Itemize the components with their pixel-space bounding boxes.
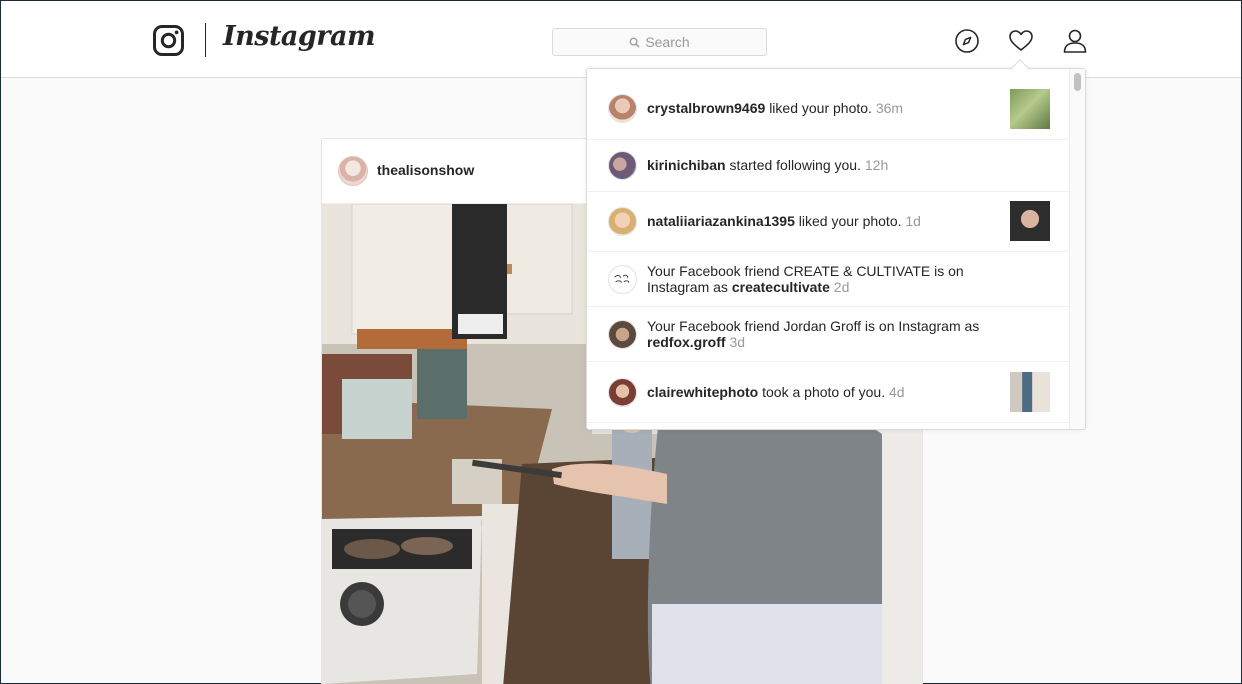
notification-item[interactable]: crystalbrown9469 liked your photo. 36m	[587, 69, 1071, 140]
popover-scrollbar[interactable]	[1069, 69, 1085, 429]
create-cultivate-logo-icon	[614, 274, 630, 283]
notification-text: Your Facebook friend CREATE & CULTIVATE …	[647, 263, 1007, 295]
notification-time: 36m	[875, 100, 904, 116]
post-author-username[interactable]: thealisonshow	[377, 162, 474, 178]
notification-username[interactable]: redfox.groff	[647, 334, 726, 350]
user-avatar[interactable]	[608, 151, 637, 180]
user-avatar[interactable]	[608, 94, 637, 123]
notification-item[interactable]: clairewhitephoto took a photo of you. 4d	[587, 362, 1071, 423]
liked-photo-thumbnail[interactable]	[1010, 89, 1050, 129]
notification-username[interactable]: clairewhitephoto	[647, 384, 758, 400]
scrollbar-thumb[interactable]	[1074, 73, 1081, 91]
notification-item[interactable]: kirinichiban started following you. 12h	[587, 140, 1071, 192]
notification-username[interactable]: nataliiariazankina1395	[647, 213, 795, 229]
notification-action: took a photo of you.	[762, 384, 886, 400]
top-navigation-bar: Instagram Search	[1, 1, 1241, 78]
notification-text: clairewhitephoto took a photo of you. 4d	[647, 384, 1007, 400]
notification-item[interactable]: Your Facebook friend CREATE & CULTIVATE …	[587, 252, 1071, 307]
notification-time: 1d	[905, 213, 921, 229]
notification-username[interactable]: crystalbrown9469	[647, 100, 765, 116]
logo-divider	[205, 23, 206, 57]
notification-item[interactable]: nataliiariazankina1395 liked your photo.…	[587, 192, 1071, 252]
notification-text: kirinichiban started following you. 12h	[647, 157, 1007, 173]
notification-username[interactable]: createcultivate	[732, 279, 830, 295]
instagram-wordmark[interactable]: Instagram	[223, 21, 376, 52]
user-avatar[interactable]	[608, 207, 637, 236]
notification-message: Your Facebook friend Jordan Groff is on …	[647, 318, 980, 334]
profile-icon[interactable]	[1062, 28, 1088, 54]
notification-time: 2d	[833, 279, 850, 295]
notification-item[interactable]: Your Facebook friend Jordan Groff is on …	[587, 307, 1071, 362]
user-avatar[interactable]	[608, 265, 637, 294]
post-author-avatar[interactable]	[338, 156, 368, 186]
activity-notifications-popover: crystalbrown9469 liked your photo. 36m k…	[586, 68, 1086, 430]
user-avatar[interactable]	[608, 378, 637, 407]
notification-time: 12h	[864, 157, 889, 173]
notification-text: Your Facebook friend Jordan Groff is on …	[647, 318, 1007, 350]
notification-action: started following you.	[729, 157, 861, 173]
search-icon	[629, 37, 640, 48]
search-placeholder: Search	[645, 34, 690, 50]
liked-photo-thumbnail[interactable]	[1010, 201, 1050, 241]
instagram-glyph-icon[interactable]	[153, 25, 184, 56]
notification-action: liked your photo.	[798, 213, 902, 229]
search-input[interactable]: Search	[552, 28, 767, 56]
tagged-photo-thumbnail[interactable]	[1010, 372, 1050, 412]
user-avatar[interactable]	[608, 320, 637, 349]
notification-text: crystalbrown9469 liked your photo. 36m	[647, 100, 1007, 116]
notification-username[interactable]: kirinichiban	[647, 157, 726, 173]
notification-time: 3d	[729, 334, 746, 350]
notification-text: nataliiariazankina1395 liked your photo.…	[647, 213, 1007, 229]
heart-icon[interactable]	[1008, 28, 1034, 54]
notification-time: 4d	[889, 384, 905, 400]
notification-action: liked your photo.	[769, 100, 872, 116]
explore-compass-icon[interactable]	[954, 28, 980, 54]
